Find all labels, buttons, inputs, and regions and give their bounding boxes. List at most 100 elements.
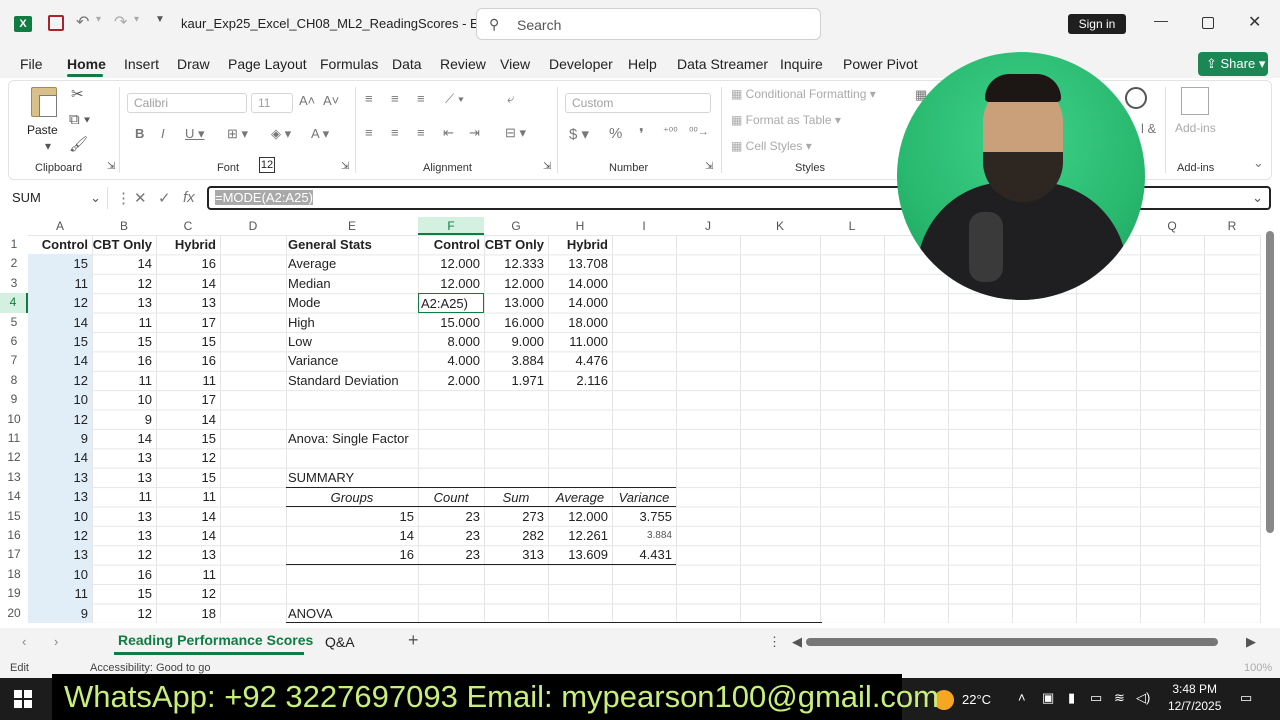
row-header[interactable]: 13 xyxy=(0,468,28,487)
tab-file[interactable]: File xyxy=(20,56,43,72)
stats-header[interactable]: Control xyxy=(418,235,484,254)
score-cell[interactable]: 15 xyxy=(156,332,220,351)
stats-cell[interactable]: Standard Deviation xyxy=(286,371,418,390)
prev-sheet-icon[interactable]: ‹ xyxy=(22,634,26,649)
stats-cell[interactable]: 12.000 xyxy=(418,274,484,293)
stats-cell[interactable]: 11.000 xyxy=(548,332,612,351)
stats-cell[interactable]: 15.000 xyxy=(418,313,484,332)
sheet-tab[interactable]: Q&A xyxy=(325,634,355,650)
undo-icon[interactable]: ↶ xyxy=(76,12,89,32)
score-cell[interactable]: 16 xyxy=(92,351,156,370)
format-painter-icon[interactable]: 🖌 xyxy=(69,135,88,153)
anova-cell[interactable]: 23 xyxy=(418,507,484,526)
anova-title[interactable]: Anova: Single Factor xyxy=(286,429,486,448)
score-cell[interactable]: 14 xyxy=(156,274,220,293)
score-cell[interactable]: 12 xyxy=(28,293,92,313)
column-header[interactable]: L xyxy=(820,217,884,235)
stats-cell[interactable]: 2.116 xyxy=(548,371,612,390)
score-cell[interactable]: 14 xyxy=(156,410,220,429)
row-header[interactable]: 17 xyxy=(0,545,28,564)
score-cell[interactable]: 11 xyxy=(28,584,92,604)
decrease-decimal-icon[interactable]: ⁰⁰→ xyxy=(689,125,709,138)
sheet-tab-active[interactable]: Reading Performance Scores xyxy=(118,632,313,648)
stats-cell[interactable]: 12.333 xyxy=(484,254,548,273)
underline-icon[interactable]: U ▾ xyxy=(185,126,205,142)
score-cell[interactable]: 18 xyxy=(156,604,220,623)
score-cell[interactable]: 14 xyxy=(156,507,220,526)
column-header[interactable]: A xyxy=(28,217,92,235)
redo-dropdown-icon[interactable]: ▾ xyxy=(134,14,139,25)
dialog-launcher-icon[interactable]: ⇲ xyxy=(341,161,349,172)
battery-icon[interactable]: ▭ xyxy=(1090,690,1102,706)
decrease-font-icon[interactable]: A˅ xyxy=(323,93,339,108)
fill-color-icon[interactable]: ◈ ▾ xyxy=(271,126,291,142)
stats-header[interactable]: Hybrid xyxy=(548,235,612,254)
score-cell[interactable]: 13 xyxy=(92,293,156,312)
stats-cell[interactable]: 4.000 xyxy=(418,351,484,370)
score-cell[interactable]: 15 xyxy=(156,468,220,487)
score-cell[interactable]: 13 xyxy=(92,468,156,487)
column-header[interactable]: C xyxy=(156,217,220,235)
tab-help[interactable]: Help xyxy=(628,56,657,72)
score-cell[interactable]: 9 xyxy=(92,410,156,429)
cancel-icon[interactable]: ✕ xyxy=(134,189,147,207)
score-cell[interactable]: 17 xyxy=(156,313,220,332)
score-cell[interactable]: 13 xyxy=(156,545,220,564)
tray-expand-icon[interactable]: ˄ xyxy=(1018,690,1026,705)
column-header[interactable]: D xyxy=(220,217,286,235)
add-ins-button[interactable]: Add-ins xyxy=(1175,121,1216,135)
number-format-select[interactable]: Custom xyxy=(565,93,711,113)
volume-icon[interactable]: ◁) xyxy=(1136,690,1150,706)
column-header[interactable]: I xyxy=(612,217,676,235)
row-header[interactable]: 8 xyxy=(0,371,28,390)
align-bottom-icon[interactable]: ≡ xyxy=(417,91,425,106)
score-cell[interactable]: 11 xyxy=(156,565,220,584)
score-cell[interactable]: 10 xyxy=(28,506,92,526)
stats-cell[interactable]: Median xyxy=(286,274,418,293)
tab-insert[interactable]: Insert xyxy=(124,56,159,72)
score-cell[interactable]: 10 xyxy=(28,564,92,585)
score-cell[interactable]: 11 xyxy=(156,371,220,390)
italic-icon[interactable]: I xyxy=(161,126,165,141)
stats-cell[interactable]: 16.000 xyxy=(484,313,548,332)
stats-cell[interactable]: 3.884 xyxy=(484,351,548,370)
score-cell[interactable]: 14 xyxy=(28,312,92,332)
score-cell[interactable]: 14 xyxy=(92,429,156,448)
scroll-right-icon[interactable]: ▶ xyxy=(1246,634,1256,650)
tab-home[interactable]: Home xyxy=(67,56,106,72)
column-header[interactable]: E xyxy=(286,217,418,235)
close-icon[interactable]: ✕ xyxy=(1248,12,1261,32)
anova-cell[interactable]: 3.884 xyxy=(612,526,676,545)
search-input[interactable]: Search xyxy=(517,17,561,33)
stats-cell[interactable]: 12.000 xyxy=(418,254,484,273)
active-cell[interactable]: A2:A25) xyxy=(418,293,484,313)
name-box[interactable]: SUM ⌄ xyxy=(8,187,108,209)
stats-cell[interactable]: High xyxy=(286,313,418,332)
score-cell[interactable]: 13 xyxy=(156,293,220,312)
score-cell[interactable]: 16 xyxy=(156,254,220,273)
align-left-icon[interactable]: ≡ xyxy=(365,125,373,140)
stats-cell[interactable]: 1.971 xyxy=(484,371,548,390)
score-cell[interactable]: 14 xyxy=(156,526,220,545)
column-header[interactable]: H xyxy=(548,217,612,235)
score-cell[interactable]: 12 xyxy=(156,584,220,603)
align-center-icon[interactable]: ≡ xyxy=(391,125,399,140)
column-title[interactable]: Control xyxy=(28,235,92,254)
score-cell[interactable]: 11 xyxy=(28,273,92,294)
orientation-icon[interactable]: ⟋ ▾ xyxy=(445,91,464,107)
anova-cell[interactable]: 3.755 xyxy=(612,507,676,526)
stats-cell[interactable]: 14.000 xyxy=(548,293,612,312)
row-header[interactable]: 11 xyxy=(0,429,28,448)
anova-header[interactable]: Average xyxy=(548,487,612,507)
score-cell[interactable]: 11 xyxy=(92,487,156,506)
score-cell[interactable]: 11 xyxy=(92,371,156,390)
score-cell[interactable]: 13 xyxy=(92,507,156,526)
insert-function-icon[interactable]: fx xyxy=(183,189,195,206)
tab-review[interactable]: Review xyxy=(440,56,486,72)
anova-cell[interactable]: 12.000 xyxy=(548,507,612,526)
dialog-launcher-icon[interactable]: ⇲ xyxy=(107,161,115,172)
anova-label[interactable]: ANOVA xyxy=(286,604,436,623)
score-cell[interactable]: 15 xyxy=(28,332,92,352)
anova-cell[interactable]: 282 xyxy=(484,526,548,545)
temperature[interactable]: 22°C xyxy=(962,692,991,707)
